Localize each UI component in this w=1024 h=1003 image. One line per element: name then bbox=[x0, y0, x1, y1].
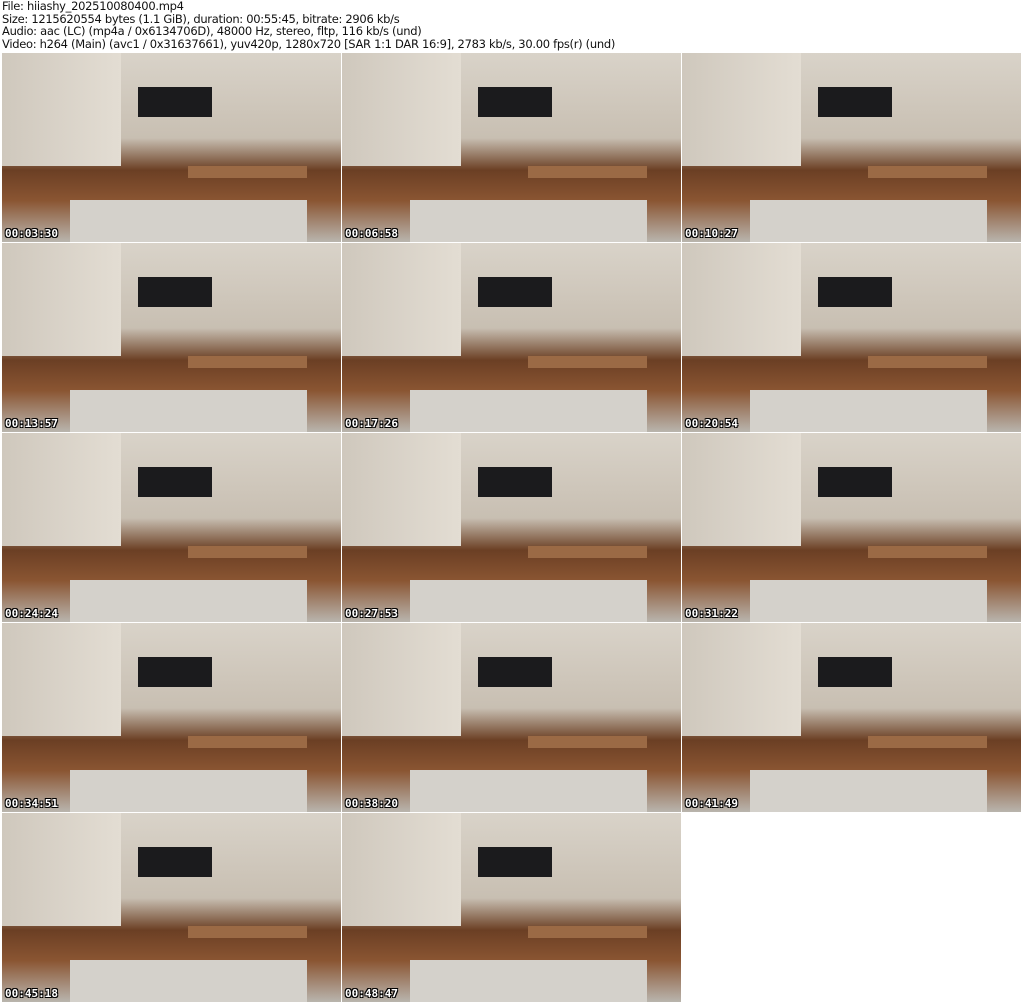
video-thumbnail: 00:17:26 bbox=[342, 243, 681, 432]
frame-table bbox=[188, 736, 308, 748]
frame-tv bbox=[817, 657, 893, 688]
thumbnail-timestamp: 00:41:49 bbox=[685, 797, 738, 810]
frame-wall bbox=[2, 243, 121, 357]
frame-rug bbox=[69, 960, 308, 1002]
thumbnail-timestamp: 00:27:53 bbox=[345, 607, 398, 620]
frame-wall bbox=[342, 53, 461, 167]
frame-wall bbox=[342, 433, 461, 547]
video-thumbnail: 00:31:22 bbox=[682, 433, 1021, 622]
thumbnail-timestamp: 00:45:18 bbox=[5, 987, 58, 1000]
video-thumbnail: 00:13:57 bbox=[2, 243, 341, 432]
frame-table bbox=[528, 356, 648, 368]
frame-table bbox=[868, 736, 988, 748]
frame-wall bbox=[682, 53, 801, 167]
frame-table bbox=[528, 736, 648, 748]
file-info-header: File: hiiashy_202510080400.mp4 Size: 121… bbox=[2, 0, 615, 50]
frame-rug bbox=[749, 200, 988, 242]
video-thumbnail: 00:20:54 bbox=[682, 243, 1021, 432]
frame-table bbox=[188, 546, 308, 558]
thumbnail-timestamp: 00:31:22 bbox=[685, 607, 738, 620]
audio-info: Audio: aac (LC) (mp4a / 0x6134706D), 480… bbox=[2, 24, 422, 38]
frame-rug bbox=[409, 770, 648, 812]
video-thumbnail: 00:27:53 bbox=[342, 433, 681, 622]
video-info: Video: h264 (Main) (avc1 / 0x31637661), … bbox=[2, 36, 616, 51]
frame-tv bbox=[477, 657, 553, 688]
frame-table bbox=[188, 356, 308, 368]
thumbnail-grid: 00:03:30 00:06:58 00:10:27 00:13:57 00:17:26… bbox=[2, 53, 1021, 1002]
video-thumbnail: 00:48:47 bbox=[342, 813, 681, 1002]
frame-wall bbox=[342, 623, 461, 737]
frame-wall bbox=[2, 813, 121, 927]
frame-rug bbox=[69, 390, 308, 432]
frame-wall bbox=[2, 53, 121, 167]
frame-wall bbox=[682, 243, 801, 357]
frame-table bbox=[528, 546, 648, 558]
frame-table bbox=[528, 166, 648, 178]
frame-table bbox=[868, 166, 988, 178]
frame-rug bbox=[749, 580, 988, 622]
video-thumbnail: 00:38:20 bbox=[342, 623, 681, 812]
frame-tv bbox=[137, 467, 213, 498]
frame-table bbox=[188, 166, 308, 178]
frame-tv bbox=[477, 467, 553, 498]
thumbnail-timestamp: 00:38:20 bbox=[345, 797, 398, 810]
frame-rug bbox=[409, 390, 648, 432]
thumbnail-timestamp: 00:03:30 bbox=[5, 227, 58, 240]
thumbnail-timestamp: 00:06:58 bbox=[345, 227, 398, 240]
frame-rug bbox=[69, 580, 308, 622]
frame-rug bbox=[69, 770, 308, 812]
frame-rug bbox=[409, 200, 648, 242]
frame-table bbox=[868, 356, 988, 368]
thumbnail-timestamp: 00:13:57 bbox=[5, 417, 58, 430]
file-name: File: hiiashy_202510080400.mp4 bbox=[2, 0, 184, 13]
frame-tv bbox=[817, 277, 893, 308]
frame-table bbox=[868, 546, 988, 558]
thumbnail-timestamp: 00:20:54 bbox=[685, 417, 738, 430]
frame-tv bbox=[477, 87, 553, 118]
frame-tv bbox=[477, 847, 553, 878]
frame-rug bbox=[69, 200, 308, 242]
frame-rug bbox=[749, 770, 988, 812]
frame-tv bbox=[137, 847, 213, 878]
frame-wall bbox=[682, 623, 801, 737]
frame-rug bbox=[749, 390, 988, 432]
frame-tv bbox=[817, 467, 893, 498]
thumbnail-timestamp: 00:10:27 bbox=[685, 227, 738, 240]
video-thumbnail: 00:24:24 bbox=[2, 433, 341, 622]
video-thumbnail: 00:03:30 bbox=[2, 53, 341, 242]
frame-wall bbox=[342, 243, 461, 357]
thumbnail-timestamp: 00:48:47 bbox=[345, 987, 398, 1000]
video-thumbnail: 00:10:27 bbox=[682, 53, 1021, 242]
frame-tv bbox=[137, 657, 213, 688]
thumbnail-timestamp: 00:17:26 bbox=[345, 417, 398, 430]
video-thumbnail: 00:41:49 bbox=[682, 623, 1021, 812]
frame-wall bbox=[2, 433, 121, 547]
frame-wall bbox=[682, 433, 801, 547]
frame-rug bbox=[409, 960, 648, 1002]
video-thumbnail: 00:06:58 bbox=[342, 53, 681, 242]
thumbnail-timestamp: 00:34:51 bbox=[5, 797, 58, 810]
frame-tv bbox=[137, 277, 213, 308]
frame-tv bbox=[137, 87, 213, 118]
frame-wall bbox=[342, 813, 461, 927]
frame-tv bbox=[817, 87, 893, 118]
video-thumbnail: 00:45:18 bbox=[2, 813, 341, 1002]
frame-table bbox=[188, 926, 308, 938]
frame-wall bbox=[2, 623, 121, 737]
video-thumbnail: 00:34:51 bbox=[2, 623, 341, 812]
frame-rug bbox=[409, 580, 648, 622]
frame-table bbox=[528, 926, 648, 938]
frame-tv bbox=[477, 277, 553, 308]
thumbnail-timestamp: 00:24:24 bbox=[5, 607, 58, 620]
